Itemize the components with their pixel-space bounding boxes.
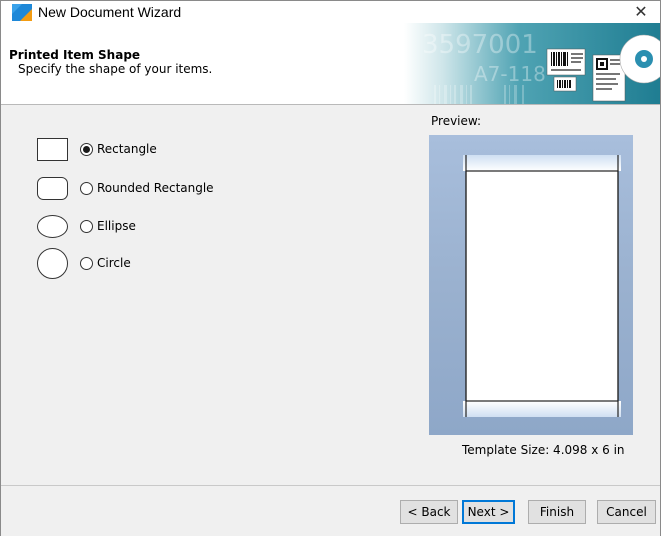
- next-button[interactable]: Next >: [462, 500, 515, 524]
- page-title: Printed Item Shape: [9, 48, 141, 62]
- ellipse-radio[interactable]: [80, 220, 93, 233]
- back-button[interactable]: < Back: [400, 500, 458, 524]
- barcode-labels-banner-icon: 3597001 A7-118: [404, 23, 660, 104]
- rectangle-label: Rectangle: [97, 142, 157, 156]
- wizard-header: Printed Item Shape Specify the shape of …: [1, 23, 660, 105]
- shape-option-rectangle[interactable]: Rectangle: [37, 138, 337, 168]
- rounded-rectangle-shape-icon: [37, 177, 68, 200]
- ellipse-label: Ellipse: [97, 219, 136, 233]
- ellipse-shape-icon: [37, 215, 68, 238]
- page-subtitle: Specify the shape of your items.: [18, 62, 213, 76]
- shape-option-rounded-rectangle[interactable]: Rounded Rectangle: [37, 177, 337, 207]
- rectangle-radio[interactable]: [80, 143, 93, 156]
- window-title: New Document Wizard: [38, 4, 182, 20]
- banner-number: 3597001: [422, 30, 538, 60]
- circle-radio[interactable]: [80, 257, 93, 270]
- shape-option-ellipse[interactable]: Ellipse: [37, 215, 337, 245]
- rounded-rectangle-label: Rounded Rectangle: [97, 181, 214, 195]
- app-logo-icon: [12, 4, 32, 21]
- finish-button[interactable]: Finish: [528, 500, 586, 524]
- close-button[interactable]: ✕: [628, 1, 654, 23]
- preview-label: Preview:: [431, 114, 482, 128]
- shape-option-circle[interactable]: Circle: [37, 248, 337, 282]
- rectangle-shape-icon: [37, 138, 68, 161]
- circle-shape-icon: [37, 248, 68, 279]
- cancel-button[interactable]: Cancel: [597, 500, 656, 524]
- wizard-footer: < Back Next > Finish Cancel: [1, 485, 660, 536]
- title-bar[interactable]: New Document Wizard ✕: [1, 1, 660, 23]
- wizard-window: New Document Wizard ✕ Printed Item Shape…: [0, 0, 661, 536]
- template-size-text: Template Size: 4.098 x 6 in: [462, 443, 625, 457]
- circle-label: Circle: [97, 256, 131, 270]
- label-preview: [429, 135, 633, 435]
- banner-code: A7-118: [474, 62, 546, 86]
- rounded-rectangle-radio[interactable]: [80, 182, 93, 195]
- wizard-content: Rectangle Rounded Rectangle Ellipse Circ…: [1, 105, 660, 485]
